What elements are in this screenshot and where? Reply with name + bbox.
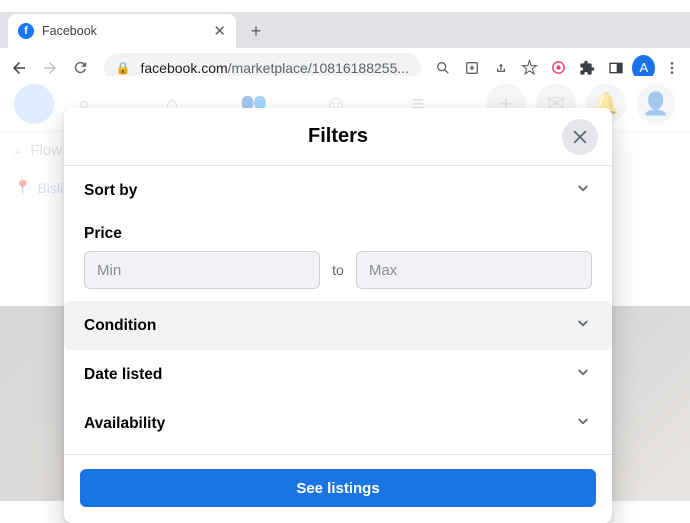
modal-close-button[interactable]	[562, 119, 598, 155]
facebook-favicon: f	[18, 23, 34, 39]
tab-strip: f Facebook ✕ +	[0, 12, 690, 48]
sort-by-section[interactable]: Sort by	[80, 166, 596, 215]
modal-title: Filters	[308, 125, 368, 148]
price-to-label: to	[332, 262, 344, 278]
url-path: /marketplace/10816188255...	[228, 60, 409, 76]
chevron-down-icon	[574, 363, 592, 386]
chevron-down-icon	[574, 412, 592, 435]
chevron-down-icon	[574, 314, 592, 337]
new-tab-button[interactable]: +	[242, 17, 270, 45]
lock-icon: 🔒	[116, 61, 131, 75]
date-listed-label: Date listed	[84, 366, 162, 384]
condition-label: Condition	[84, 317, 156, 335]
tab-title: Facebook	[42, 24, 205, 38]
availability-label: Availability	[84, 415, 165, 433]
availability-section[interactable]: Availability	[80, 399, 596, 448]
price-range-row: to	[80, 249, 596, 301]
price-label: Price	[80, 215, 596, 249]
chevron-down-icon	[574, 179, 592, 202]
tab-close-icon[interactable]: ✕	[213, 22, 226, 40]
price-max-input[interactable]	[356, 251, 592, 289]
date-listed-section[interactable]: Date listed	[80, 350, 596, 399]
price-min-input[interactable]	[84, 251, 320, 289]
browser-tab[interactable]: f Facebook ✕	[8, 14, 236, 48]
condition-section[interactable]: Condition	[64, 301, 612, 350]
url-domain: facebook.com	[141, 60, 228, 76]
see-listings-button[interactable]: See listings	[80, 469, 596, 507]
close-icon	[571, 128, 589, 146]
sort-by-label: Sort by	[84, 182, 137, 200]
filters-modal: Filters Sort by Price to Condition Date …	[64, 108, 612, 523]
